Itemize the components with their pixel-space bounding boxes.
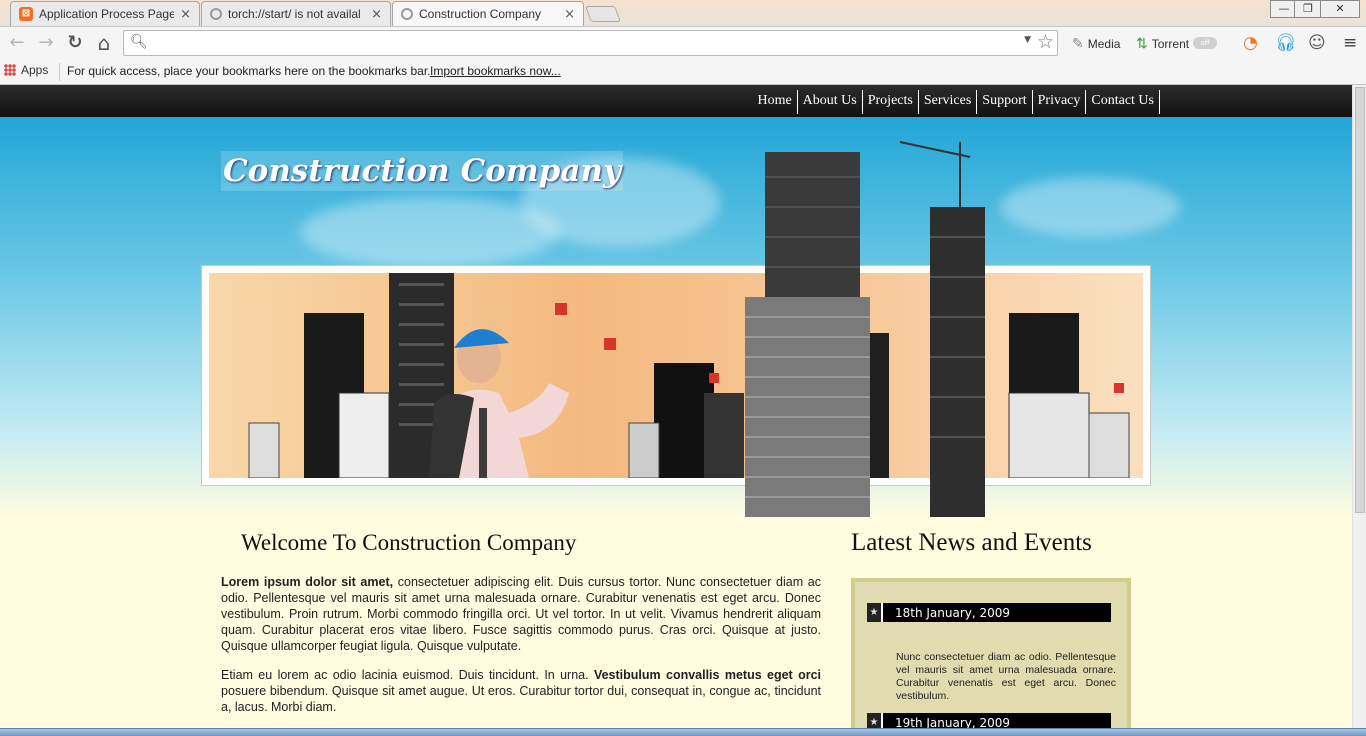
import-bookmarks-link[interactable]: Import bookmarks now... — [430, 64, 561, 78]
bookmarks-divider — [59, 63, 60, 81]
news-panel: ★ 18th January, 2009 Nunc consectetuer d… — [851, 578, 1131, 728]
torrent-icon: ⇅ — [1136, 35, 1148, 51]
dropdown-arrow-icon[interactable]: ▼ — [1024, 35, 1031, 45]
construction-banner-image — [209, 273, 1143, 478]
search-icon: 🔍︎ — [130, 34, 148, 50]
media-label: Media — [1087, 36, 1121, 51]
back-button[interactable]: ← — [6, 33, 28, 53]
tab-label: torch://start/ is not availal — [228, 7, 361, 21]
banner-illustration — [248, 273, 1130, 478]
pacman-extension-icon[interactable]: ◔ — [1243, 33, 1258, 53]
window-close-button[interactable]: ✕ — [1320, 0, 1360, 18]
media-icon: ✎ — [1072, 35, 1084, 51]
nav-privacy[interactable]: Privacy — [1033, 90, 1087, 114]
nav-support[interactable]: Support — [977, 90, 1033, 114]
nav-contact-us[interactable]: Contact Us — [1086, 90, 1160, 114]
torrent-toggle[interactable]: off — [1193, 37, 1217, 49]
reload-button[interactable]: ↻ — [64, 33, 86, 53]
page-scrollbar[interactable] — [1352, 85, 1366, 728]
apps-grid-icon — [4, 64, 16, 76]
torch-icon — [210, 8, 222, 20]
news-date-bar: ★ 18th January, 2009 — [867, 603, 1111, 622]
address-input[interactable] — [152, 34, 1012, 52]
new-tab-button[interactable] — [585, 6, 621, 22]
star-icon: ★ — [867, 603, 883, 622]
apps-label: Apps — [21, 63, 49, 77]
scrollbar-thumb[interactable] — [1355, 87, 1365, 513]
maximize-button[interactable]: ❐ — [1294, 0, 1322, 18]
tab-torch-start[interactable]: torch://start/ is not availal × — [201, 1, 391, 26]
star-icon: ★ — [867, 713, 883, 728]
news-item-text: Nunc consectetuer diam ac odio. Pellente… — [896, 651, 1116, 702]
news-date: 18th January, 2009 — [895, 605, 1011, 620]
tab-label: Construction Company — [419, 7, 542, 21]
os-taskbar — [0, 728, 1366, 736]
address-bar[interactable]: 🔍︎ ▼ ☆ — [123, 30, 1058, 56]
hero-header: Construction Company — [0, 117, 1352, 517]
media-extension[interactable]: ✎ Media — [1072, 35, 1120, 52]
torrent-extension[interactable]: ⇅ Torrent — [1136, 35, 1189, 52]
nav-about-us[interactable]: About Us — [798, 90, 863, 114]
welcome-heading: Welcome To Construction Company — [241, 530, 577, 555]
nav-projects[interactable]: Projects — [863, 90, 919, 114]
xampp-icon: ⊠ — [19, 7, 33, 21]
second-text-a: Etiam eu lorem ac odio lacinia euismod. … — [221, 668, 594, 682]
bookmark-star-icon[interactable]: ☆ — [1037, 31, 1054, 53]
torch-menu-icon[interactable]: ☺ — [1308, 33, 1326, 53]
news-date: 19th January, 2009 — [895, 715, 1011, 729]
home-button[interactable]: ⌂ — [93, 33, 115, 53]
news-date-bar: ★ 19th January, 2009 — [867, 713, 1111, 728]
second-text-b: posuere bibendum. Quisque sit amet augue… — [221, 684, 821, 714]
close-icon[interactable]: × — [371, 7, 382, 22]
close-icon[interactable]: × — [180, 7, 191, 22]
site-title: Construction Company — [221, 151, 623, 191]
intro-bold-lead: Lorem ipsum dolor sit amet, — [221, 575, 394, 589]
page-viewport: Home About Us Projects Services Support … — [0, 85, 1352, 728]
site-nav: Home About Us Projects Services Support … — [0, 85, 1352, 117]
bookmarks-message: For quick access, place your bookmarks h… — [67, 64, 431, 78]
browser-toolbar: ← → ↻ ⌂ 🔍︎ ▼ ☆ ✎ Media ⇅ Torrent off ◔ 🎧… — [0, 26, 1366, 59]
tab-strip: ⊠ Application Process Page × torch://sta… — [0, 0, 1366, 26]
banner-frame — [201, 265, 1151, 486]
nav-home[interactable]: Home — [752, 90, 798, 114]
apps-button[interactable]: Apps — [4, 63, 48, 77]
skyscraper-graphic — [745, 141, 985, 517]
headphones-icon[interactable]: 🎧︎ — [1275, 33, 1297, 53]
torrent-label: Torrent — [1151, 36, 1190, 51]
second-paragraph: Etiam eu lorem ac odio lacinia euismod. … — [221, 667, 821, 715]
close-icon[interactable]: × — [564, 7, 575, 22]
intro-paragraph: Lorem ipsum dolor sit amet, consectetuer… — [221, 574, 821, 654]
tab-label: Application Process Page — [39, 7, 175, 21]
nav-services[interactable]: Services — [919, 90, 978, 114]
forward-button[interactable]: → — [35, 33, 57, 53]
second-bold: Vestibulum convallis metus eget orci — [593, 668, 821, 682]
tab-application-process[interactable]: ⊠ Application Process Page × — [10, 1, 200, 26]
bookmarks-bar: Apps For quick access, place your bookma… — [0, 59, 1366, 85]
tab-construction-company[interactable]: Construction Company × — [392, 1, 584, 26]
menu-icon[interactable]: ≡ — [1343, 33, 1357, 53]
torch-icon — [401, 8, 413, 20]
news-heading: Latest News and Events — [851, 529, 1092, 556]
